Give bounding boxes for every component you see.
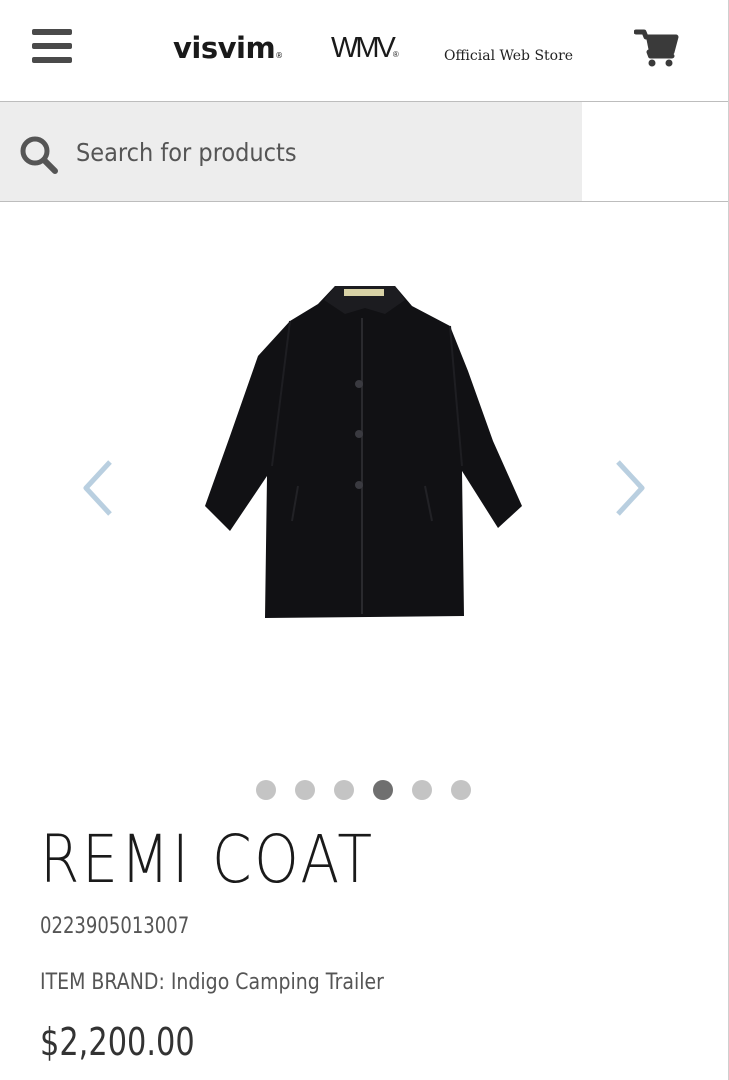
gallery-dot-6[interactable]: [451, 780, 471, 800]
visvim-registered-mark: ®: [275, 51, 283, 60]
visvim-logo[interactable]: visvim®: [173, 30, 283, 74]
product-title: REMI COAT: [40, 821, 375, 898]
gallery-dot-3[interactable]: [334, 780, 354, 800]
search-bar: [0, 102, 728, 202]
product-image-black-coat[interactable]: [200, 276, 530, 621]
hamburger-menu-icon[interactable]: [32, 29, 74, 65]
wmv-logo[interactable]: WMV®: [331, 30, 399, 73]
visvim-logo-text: visvim: [173, 31, 276, 65]
product-gallery: [0, 202, 728, 762]
wmv-registered-mark: ®: [392, 50, 399, 59]
wmv-logo-text: WMV: [331, 32, 396, 64]
product-sku: 0223905013007: [40, 914, 190, 939]
product-page: visvim® WMV® Official Web Store Search f…: [0, 0, 729, 1080]
gallery-dot-1[interactable]: [256, 780, 276, 800]
chevron-right-icon[interactable]: [610, 458, 650, 518]
site-header: visvim® WMV® Official Web Store: [0, 0, 728, 102]
search-icon[interactable]: [18, 134, 60, 176]
product-price: $2,200.00: [40, 1020, 195, 1064]
product-brand: ITEM BRAND: Indigo Camping Trailer: [40, 970, 384, 995]
gallery-dot-4[interactable]: [373, 780, 393, 800]
gallery-pagination-dots: [256, 780, 471, 800]
gallery-dot-2[interactable]: [295, 780, 315, 800]
search-box: [0, 102, 582, 201]
search-input[interactable]: [76, 132, 566, 172]
shopping-cart-icon[interactable]: [633, 28, 680, 68]
store-label: Official Web Store: [444, 48, 574, 64]
chevron-left-icon[interactable]: [78, 458, 118, 518]
gallery-dot-5[interactable]: [412, 780, 432, 800]
